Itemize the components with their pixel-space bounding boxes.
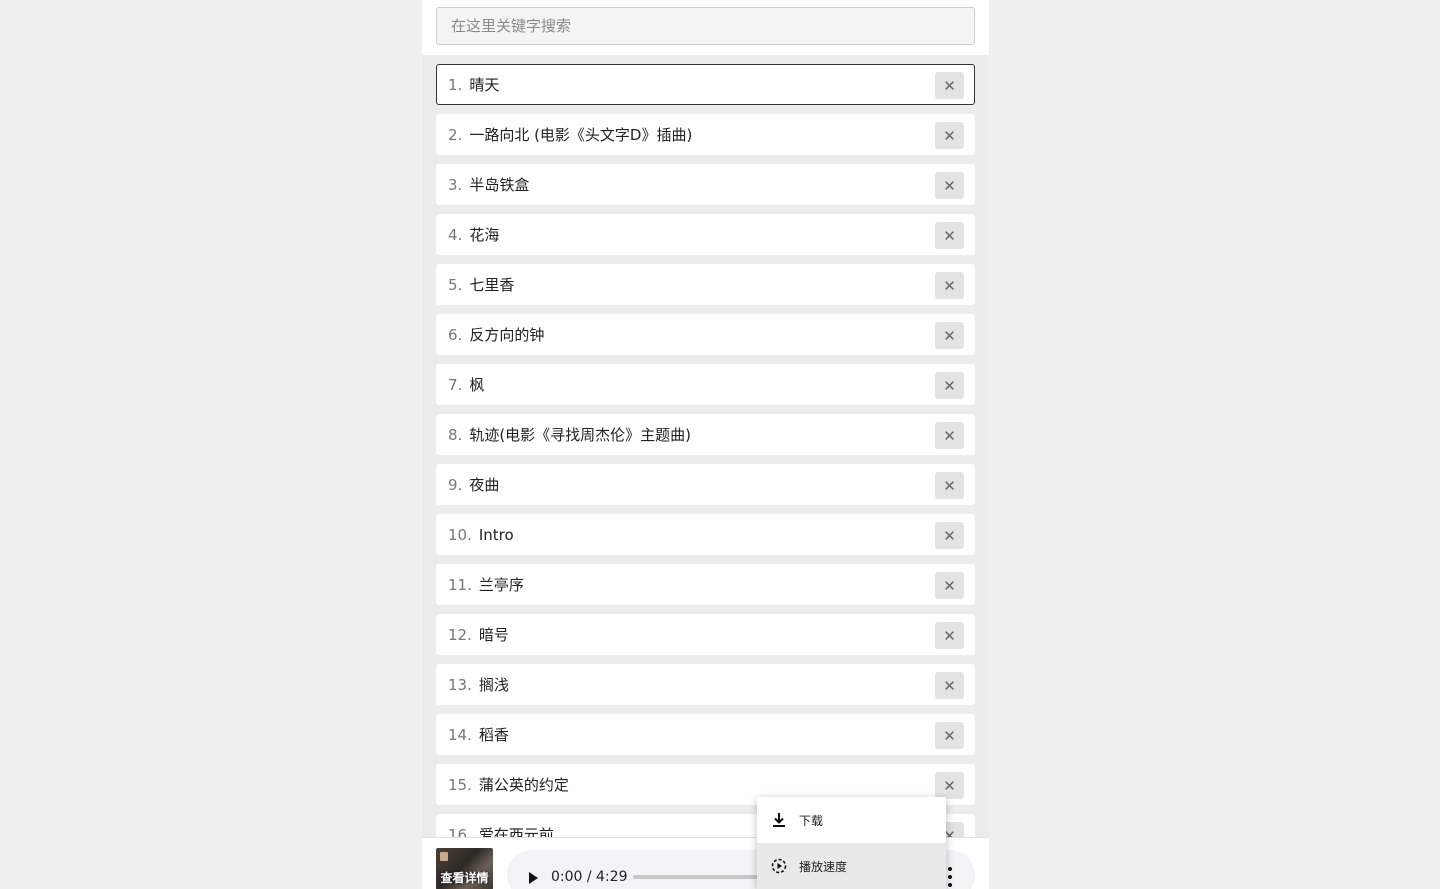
menu-item-playback-speed[interactable]: 播放速度	[757, 843, 946, 889]
song-number: 9.	[448, 475, 463, 494]
song-title: 枫	[469, 376, 485, 394]
close-icon: ✕	[943, 276, 956, 295]
playlist-panel: 1. 晴天 ✕ 2. 一路向北 (电影《头文字D》插曲) ✕ 3. 半岛铁盒 ✕ 4. 花海 ✕ 5. 七…	[422, 0, 989, 889]
remove-song-button[interactable]: ✕	[935, 272, 964, 299]
close-icon: ✕	[943, 176, 956, 195]
remove-song-button[interactable]: ✕	[935, 672, 964, 699]
song-title: 花海	[469, 226, 500, 244]
remove-song-button[interactable]: ✕	[935, 222, 964, 249]
song-item[interactable]: 4. 花海 ✕	[436, 214, 975, 255]
song-item[interactable]: 12. 暗号 ✕	[436, 614, 975, 655]
song-number: 10.	[448, 525, 472, 544]
song-title: 一路向北 (电影《头文字D》插曲)	[469, 126, 693, 144]
song-item[interactable]: 11. 兰亭序 ✕	[436, 564, 975, 605]
close-icon: ✕	[943, 326, 956, 345]
album-cover[interactable]: 查看详情	[436, 848, 493, 889]
song-title: 蒲公英的约定	[478, 776, 569, 794]
song-number: 6.	[448, 325, 463, 344]
menu-item-playback-speed-label: 播放速度	[799, 859, 848, 874]
menu-item-download[interactable]: 下载	[757, 797, 946, 843]
close-icon: ✕	[943, 476, 956, 495]
song-title: 暗号	[478, 626, 509, 644]
remove-song-button[interactable]: ✕	[935, 722, 964, 749]
song-title: 搁浅	[478, 676, 509, 694]
close-icon: ✕	[943, 426, 956, 445]
remove-song-button[interactable]: ✕	[935, 372, 964, 399]
view-details-label[interactable]: 查看详情	[436, 869, 493, 886]
song-number: 8.	[448, 425, 463, 444]
song-title: 轨迹(电影《寻找周杰伦》主题曲)	[469, 426, 692, 444]
close-icon: ✕	[943, 776, 956, 795]
song-list: 1. 晴天 ✕ 2. 一路向北 (电影《头文字D》插曲) ✕ 3. 半岛铁盒 ✕ 4. 花海 ✕ 5. 七…	[436, 64, 975, 864]
close-icon: ✕	[943, 576, 956, 595]
song-item[interactable]: 8. 轨迹(电影《寻找周杰伦》主题曲) ✕	[436, 414, 975, 455]
close-icon: ✕	[943, 376, 956, 395]
song-number: 14.	[448, 725, 472, 744]
song-item[interactable]: 7. 枫 ✕	[436, 364, 975, 405]
remove-song-button[interactable]: ✕	[935, 772, 964, 799]
playback-speed-icon	[771, 858, 787, 874]
song-number: 12.	[448, 625, 472, 644]
remove-song-button[interactable]: ✕	[935, 322, 964, 349]
song-title: 兰亭序	[478, 576, 524, 594]
remove-song-button[interactable]: ✕	[935, 172, 964, 199]
close-icon: ✕	[943, 526, 956, 545]
remove-song-button[interactable]: ✕	[935, 622, 964, 649]
song-number: 15.	[448, 775, 472, 794]
song-title: 稻香	[478, 726, 509, 744]
search-input[interactable]	[436, 7, 975, 45]
remove-song-button[interactable]: ✕	[935, 422, 964, 449]
cover-badge	[440, 852, 448, 861]
song-title: 反方向的钟	[469, 326, 545, 344]
song-item[interactable]: 6. 反方向的钟 ✕	[436, 314, 975, 355]
audio-context-menu: 下载 播放速度	[757, 797, 946, 889]
close-icon: ✕	[943, 676, 956, 695]
song-item[interactable]: 14. 稻香 ✕	[436, 714, 975, 755]
menu-item-download-label: 下载	[799, 813, 824, 828]
song-item[interactable]: 3. 半岛铁盒 ✕	[436, 164, 975, 205]
song-number: 4.	[448, 225, 463, 244]
close-icon: ✕	[943, 626, 956, 645]
song-item[interactable]: 2. 一路向北 (电影《头文字D》插曲) ✕	[436, 114, 975, 155]
song-title: Intro	[478, 525, 514, 544]
song-number: 1.	[448, 75, 463, 94]
remove-song-button[interactable]: ✕	[935, 522, 964, 549]
download-icon	[771, 812, 787, 828]
song-number: 3.	[448, 175, 463, 194]
song-number: 13.	[448, 675, 472, 694]
close-icon: ✕	[943, 76, 956, 95]
search-bar	[422, 0, 989, 55]
play-icon[interactable]	[529, 872, 538, 884]
more-vertical-icon[interactable]	[945, 867, 955, 887]
song-item[interactable]: 5. 七里香 ✕	[436, 264, 975, 305]
close-icon: ✕	[943, 726, 956, 745]
remove-song-button[interactable]: ✕	[935, 122, 964, 149]
song-title: 晴天	[469, 76, 500, 94]
remove-song-button[interactable]: ✕	[935, 572, 964, 599]
song-number: 11.	[448, 575, 472, 594]
song-item[interactable]: 10. Intro ✕	[436, 514, 975, 555]
remove-song-button[interactable]: ✕	[935, 472, 964, 499]
song-title: 夜曲	[469, 476, 500, 494]
song-title: 半岛铁盒	[469, 176, 530, 194]
song-number: 2.	[448, 125, 463, 144]
song-number: 5.	[448, 275, 463, 294]
song-item[interactable]: 1. 晴天 ✕	[436, 64, 975, 105]
song-title: 七里香	[469, 276, 515, 294]
song-item[interactable]: 9. 夜曲 ✕	[436, 464, 975, 505]
close-icon: ✕	[943, 226, 956, 245]
time-display: 0:00 / 4:29	[551, 869, 628, 885]
remove-song-button[interactable]: ✕	[935, 72, 964, 99]
song-item[interactable]: 13. 搁浅 ✕	[436, 664, 975, 705]
song-number: 7.	[448, 375, 463, 394]
close-icon: ✕	[943, 126, 956, 145]
